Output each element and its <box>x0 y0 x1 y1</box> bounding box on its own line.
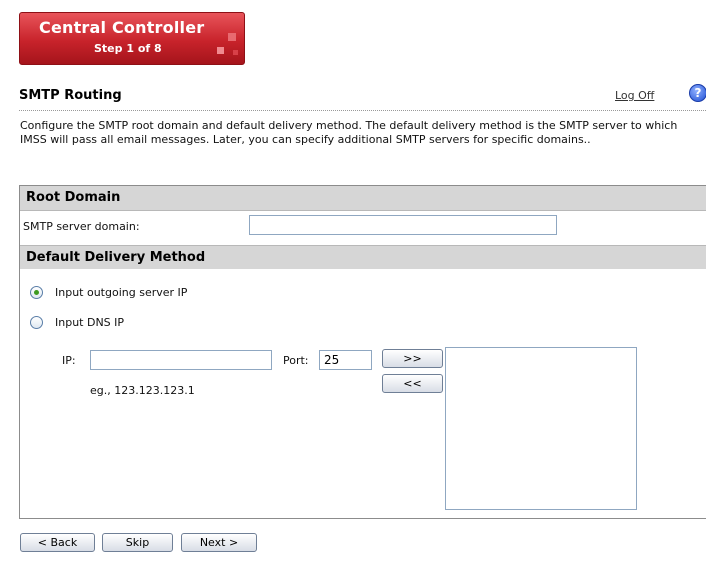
ip-input[interactable] <box>90 350 272 370</box>
next-button[interactable]: Next > <box>181 533 257 552</box>
page-title: SMTP Routing <box>19 88 122 103</box>
ip-label: IP: <box>62 354 76 367</box>
root-domain-header: Root Domain <box>20 186 706 210</box>
page-description: Configure the SMTP root domain and defau… <box>20 119 678 146</box>
radio-dns-label: Input DNS IP <box>55 316 125 329</box>
add-server-button[interactable]: >> <box>382 349 443 368</box>
back-button[interactable]: < Back <box>20 533 95 552</box>
radio-outgoing-label: Input outgoing server IP <box>55 286 188 299</box>
port-input[interactable] <box>319 350 372 370</box>
radio-dns-ip[interactable] <box>30 316 43 329</box>
help-icon[interactable]: ? <box>689 84 706 102</box>
wizard-step: Step 1 of 8 <box>94 42 162 55</box>
ip-example: eg., 123.123.123.1 <box>90 384 195 397</box>
heading-row: SMTP Routing Log Off ? <box>19 84 706 111</box>
divider <box>20 210 706 211</box>
decor-square <box>217 47 224 54</box>
remove-server-button[interactable]: << <box>382 374 443 393</box>
decor-square <box>233 50 238 55</box>
settings-panel: Root Domain SMTP server domain: Default … <box>19 185 706 519</box>
decor-square <box>228 33 236 41</box>
log-off-link[interactable]: Log Off <box>615 89 654 102</box>
delivery-method-header: Default Delivery Method <box>20 245 706 269</box>
wizard-badge: Central Controller Step 1 of 8 <box>19 12 245 65</box>
port-label: Port: <box>283 354 309 367</box>
radio-outgoing-server[interactable] <box>30 286 43 299</box>
smtp-domain-label: SMTP server domain: <box>23 220 140 233</box>
wizard-title: Central Controller <box>39 18 205 37</box>
skip-button[interactable]: Skip <box>102 533 173 552</box>
server-list[interactable] <box>445 347 637 510</box>
smtp-domain-input[interactable] <box>249 215 557 235</box>
